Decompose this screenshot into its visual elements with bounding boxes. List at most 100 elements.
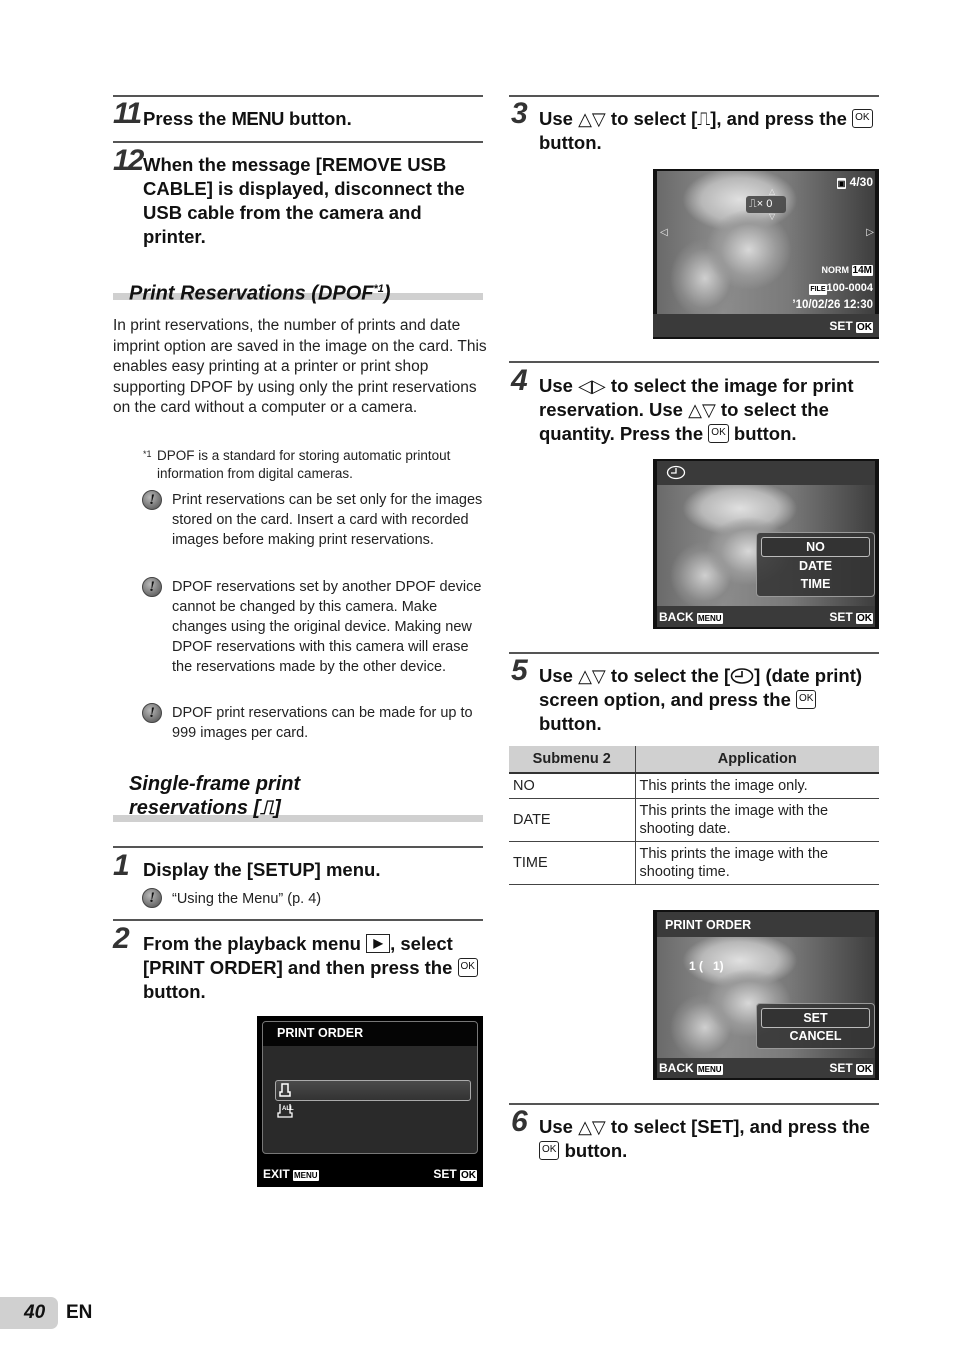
menu-key-icon: MENU — [293, 1170, 319, 1181]
counter-text: 4/30 — [849, 175, 873, 189]
footnote-mark: *1 — [143, 449, 152, 459]
hint-label: SET — [829, 319, 853, 333]
divider — [509, 95, 879, 97]
divider — [509, 1103, 879, 1105]
step-text-part: Press the — [143, 108, 232, 129]
table-header-row: Submenu 2 Application — [509, 746, 879, 774]
right-arrow-icon[interactable]: ▷ — [866, 227, 874, 238]
page-number: 40 — [24, 1302, 46, 1323]
table-cell: This prints the image with the shooting … — [635, 841, 879, 885]
note-text: DPOF print reservations can be made for … — [172, 705, 473, 741]
step-2-text: From the playback menu ▶, select [PRINT … — [143, 932, 483, 1004]
multiply-sign: × — [756, 198, 764, 210]
card-icon: ▣ — [836, 178, 847, 189]
ok-button-icon: OK — [708, 423, 729, 443]
playback-icon: ▶ — [366, 933, 391, 953]
option-cancel[interactable]: CANCEL — [761, 1026, 870, 1046]
up-arrow-icon: △ — [769, 187, 776, 196]
note-text: Print reservations can be set only for t… — [172, 492, 483, 548]
menu-key-icon: MENU — [697, 613, 723, 624]
options-menu: SET CANCEL — [756, 1003, 875, 1049]
set-hint: SET OK — [829, 610, 873, 624]
step-11-text: Press the MENU button. — [143, 107, 483, 131]
footnote-ref: *1 — [373, 283, 384, 295]
back-hint: BACK MENU — [659, 1061, 723, 1075]
language-code: EN — [66, 1302, 93, 1323]
step-text-part: Use — [539, 665, 579, 686]
image-counter: ▣ 4/30 — [836, 175, 873, 189]
camera-screen-playback: ▣ 4/30 △ ⎍× 0 ▽ ◁ ▷ NORM 14M FILE100-000… — [653, 169, 879, 339]
table-row: NO This prints the image only. — [509, 773, 879, 799]
table-cell: This prints the image only. — [635, 773, 879, 799]
menu-key-label: MENU — [231, 108, 284, 129]
hint-label: BACK — [659, 1061, 694, 1075]
divider — [113, 846, 483, 848]
ok-button-icon: OK — [457, 957, 478, 977]
table-cell: TIME — [509, 841, 636, 885]
set-hint: SET OK — [829, 1061, 873, 1075]
camera-screen-date-print: NO DATE TIME BACK MENU SET OK — [653, 459, 879, 629]
divider — [509, 361, 879, 363]
exit-hint: EXIT MENU — [263, 1167, 319, 1181]
option-time[interactable]: TIME — [761, 574, 870, 594]
down-arrow-icon: ▽ — [769, 212, 776, 221]
hint-label: EXIT — [263, 1167, 290, 1181]
step-number: 3 — [511, 97, 528, 130]
divider — [113, 919, 483, 921]
step-number: 1 — [113, 849, 130, 882]
section-title-text: ) — [383, 282, 391, 305]
table-cell: NO — [509, 773, 636, 799]
note-text: DPOF reservations set by another DPOF de… — [172, 579, 482, 675]
divider — [113, 141, 483, 143]
table-row: TIME This prints the image with the shoo… — [509, 841, 879, 885]
set-hint: SET OK — [829, 319, 873, 333]
step-number: 5 — [511, 654, 528, 687]
submenu-table: Submenu 2 Application NO This prints the… — [509, 746, 879, 885]
step-text-part: ], and press the — [710, 108, 853, 129]
section-title-dpof: Print Reservations (DPOF*1) — [129, 277, 391, 306]
date-print-icon — [666, 465, 686, 480]
caution-icon: ! — [142, 577, 162, 597]
table-header: Application — [635, 746, 879, 774]
up-down-arrows-icon: △▽ — [578, 1117, 606, 1137]
menu-item-single[interactable] — [275, 1080, 471, 1101]
hint-label: BACK — [659, 610, 694, 624]
table-cell: DATE — [509, 798, 636, 842]
print-single-icon — [278, 1082, 292, 1098]
quality-label: NORM — [821, 265, 850, 275]
menu-item-all[interactable]: ALL — [277, 1101, 295, 1119]
table-row: DATE This prints the image with the shoo… — [509, 798, 879, 842]
step-text-part: button. — [559, 1140, 628, 1161]
file-number: FILE100-0004 — [809, 281, 873, 295]
section-title-line: reservations [⎍] — [129, 796, 300, 820]
left-arrow-icon[interactable]: ◁ — [660, 227, 668, 238]
step-number: 11 — [113, 97, 142, 130]
divider — [509, 652, 879, 654]
section-title-line: Single-frame print — [129, 773, 301, 795]
file-icon: FILE — [809, 284, 827, 295]
back-hint: BACK MENU — [659, 610, 723, 624]
step-6-text: Use △▽ to select [SET], and press the OK… — [539, 1115, 884, 1163]
footnote-text: DPOF is a standard for storing automatic… — [157, 448, 451, 481]
ok-key-icon: OK — [856, 1064, 873, 1075]
hint-label: SET — [829, 1061, 853, 1075]
step-number: 6 — [511, 1105, 528, 1138]
step-text-part: button. — [728, 423, 797, 444]
caution-icon: ! — [142, 490, 162, 510]
step-text-part: to select the [ — [605, 665, 731, 686]
print-single-icon: ⎍ — [260, 797, 275, 819]
hint-label: SET — [433, 1167, 457, 1181]
image-size-badge: 14M — [851, 265, 873, 276]
print-count: ⎍× 0 — [749, 197, 772, 211]
option-date[interactable]: DATE — [761, 556, 870, 576]
option-no[interactable]: NO — [761, 537, 870, 557]
step-5-text: Use △▽ to select the [] (date print) scr… — [539, 664, 884, 736]
option-set[interactable]: SET — [761, 1008, 870, 1028]
camera-screen-confirm: PRINT ORDER 1 ( 1) SET CANCEL BACK MENU … — [653, 910, 879, 1080]
step-4-text: Use ◁▷ to select the image for print res… — [539, 374, 884, 446]
section-title-text: reservations [ — [129, 797, 261, 819]
caution-icon: ! — [142, 703, 162, 723]
left-right-arrows-icon: ◁▷ — [578, 376, 606, 396]
print-count-summary: 1 ( 1) — [689, 959, 724, 973]
datetime: ’10/02/26 12:30 — [792, 299, 873, 311]
